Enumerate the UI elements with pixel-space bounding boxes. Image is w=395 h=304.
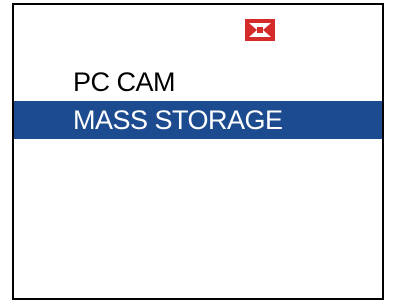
device-screen: PC CAM MASS STORAGE: [12, 3, 384, 300]
usb-mode-menu: PC CAM MASS STORAGE: [14, 63, 382, 139]
usb-connection-icon: [245, 19, 275, 41]
menu-item-pc-cam[interactable]: PC CAM: [14, 63, 382, 101]
menu-item-mass-storage[interactable]: MASS STORAGE: [14, 101, 382, 139]
